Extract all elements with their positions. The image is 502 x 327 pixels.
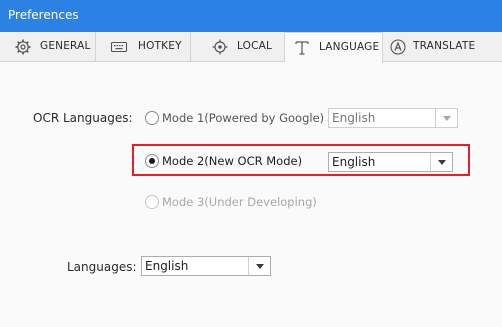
chevron-down-icon[interactable]: [248, 257, 270, 275]
ocr-languages-label: OCR Languages:: [33, 111, 133, 125]
tab-local-label: LOCAL: [237, 40, 273, 52]
mode2-language-select[interactable]: English: [328, 152, 453, 172]
keyboard-icon: [110, 38, 128, 56]
tab-local[interactable]: LOCAL: [191, 32, 285, 62]
mode1-language-select[interactable]: English: [328, 108, 458, 128]
tab-language-label: LANGUAGE: [319, 41, 380, 53]
mode2-radio[interactable]: [145, 154, 159, 168]
languages-value: English: [145, 259, 189, 273]
title-bar: Preferences: [0, 0, 502, 32]
mode2-language-value: English: [332, 155, 376, 169]
translate-a-icon: [389, 38, 407, 56]
tab-hotkey[interactable]: HOTKEY: [96, 32, 191, 62]
mode1-label[interactable]: Mode 1(Powered by Google): [162, 111, 324, 125]
tab-hotkey-label: HOTKEY: [138, 40, 182, 52]
tab-translate-label: TRANSLATE: [413, 40, 476, 52]
mode3-label: Mode 3(Under Developing): [162, 195, 317, 209]
languages-select[interactable]: English: [141, 256, 271, 276]
tab-language[interactable]: LANGUAGE: [285, 32, 383, 63]
languages-label: Languages:: [67, 260, 137, 274]
tab-bar: GENERAL HOTKEY LOCAL LANGUAGE TRANSLATE: [0, 32, 502, 63]
mode1-radio[interactable]: [145, 111, 159, 125]
tab-general-label: GENERAL: [40, 40, 91, 52]
mode3-radio[interactable]: [145, 195, 159, 209]
mode2-label[interactable]: Mode 2(New OCR Mode): [162, 154, 302, 168]
chevron-down-icon[interactable]: [435, 109, 457, 127]
tab-translate[interactable]: TRANSLATE: [383, 32, 483, 62]
gear-icon: [14, 38, 32, 56]
text-t-icon: [293, 39, 311, 57]
location-icon: [211, 38, 229, 56]
chevron-down-icon[interactable]: [430, 153, 452, 171]
window-title: Preferences: [8, 8, 79, 22]
tab-general[interactable]: GENERAL: [0, 32, 96, 62]
mode1-language-value: English: [332, 111, 376, 125]
